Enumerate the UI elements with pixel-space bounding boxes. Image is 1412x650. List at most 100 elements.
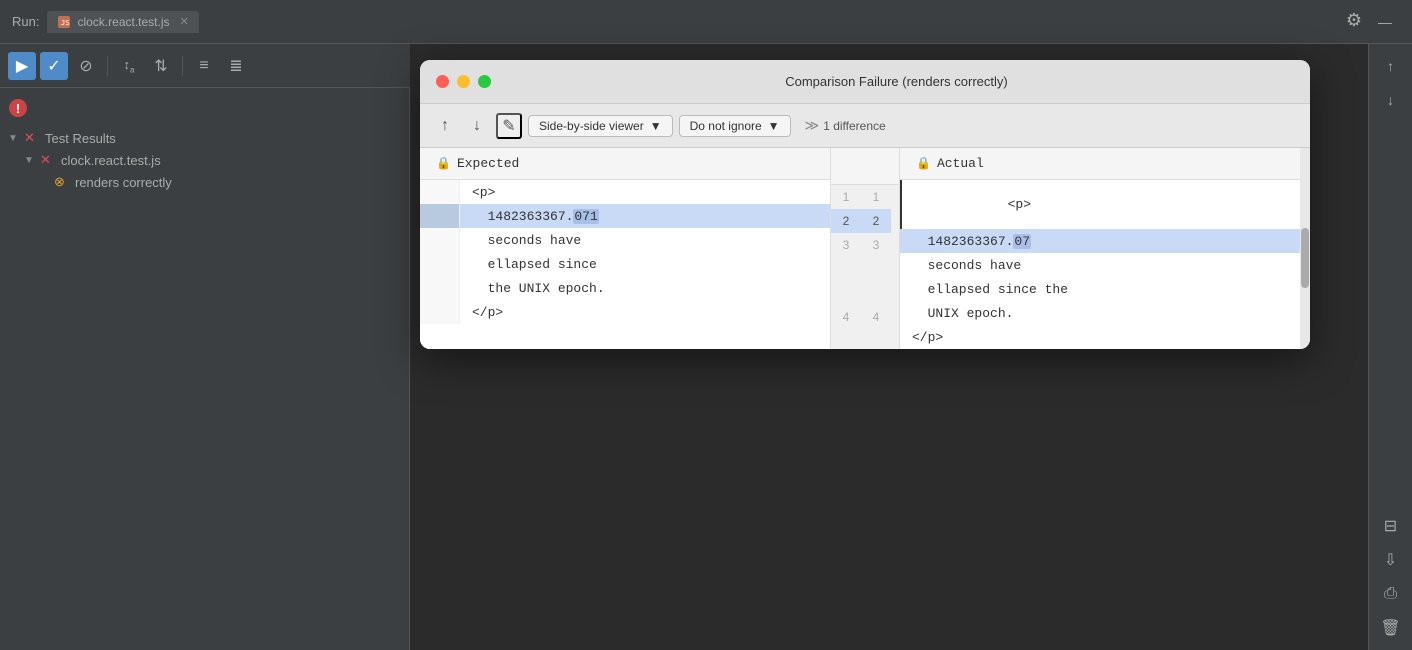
- test-warn-icon: ⊗: [54, 174, 70, 190]
- expected-line-3: seconds have: [420, 228, 830, 252]
- expected-line-content-3: seconds have: [460, 228, 830, 252]
- scroll-down-button[interactable]: ↓: [1377, 86, 1405, 114]
- viewer-dropdown[interactable]: Side-by-side viewer ▼: [528, 115, 673, 137]
- expected-line-num-2: [420, 204, 460, 228]
- test-results-label: Test Results: [45, 131, 116, 146]
- expected-line-content-1: <p>: [460, 180, 830, 204]
- align-right-icon: ≣: [229, 56, 242, 76]
- diff-count-area: ≫ 1 difference: [805, 117, 886, 134]
- expected-line-2: 1482363367.071: [420, 204, 830, 228]
- modal-title: Comparison Failure (renders correctly): [499, 74, 1294, 89]
- cancel-button[interactable]: ⊘: [72, 52, 100, 80]
- sort-results-button[interactable]: ⇩: [1377, 546, 1405, 574]
- ignore-label: Do not ignore: [690, 119, 762, 133]
- actual-line-content-4: ellapsed since the: [900, 277, 1310, 301]
- actual-line-3: seconds have: [900, 253, 1310, 277]
- expected-header: 🔒 Expected: [420, 148, 830, 180]
- modal-scrollbar[interactable]: [1300, 148, 1310, 349]
- middle-left-3: 3: [831, 233, 861, 257]
- run-toolbar: ▶ ✓ ⊘ ↕a ⇅ ≡ ≣: [0, 44, 410, 88]
- delete-button[interactable]: 🗑: [1377, 614, 1405, 642]
- maximize-window-button[interactable]: [478, 75, 491, 88]
- test-file-label: clock.react.test.js: [61, 153, 161, 168]
- play-button[interactable]: ▶: [8, 52, 36, 80]
- diff-count-text: 1 difference: [823, 119, 886, 133]
- modal-scrollbar-thumb[interactable]: [1301, 228, 1309, 288]
- viewer-dropdown-arrow: ▼: [650, 119, 662, 133]
- actual-line-content-3: seconds have: [900, 253, 1310, 277]
- separator-1: [107, 56, 108, 76]
- tab-close-button[interactable]: ✕: [180, 15, 189, 28]
- navigate-up-button[interactable]: ↑: [432, 113, 458, 139]
- comparison-failure-modal: Comparison Failure (renders correctly) ↑…: [420, 60, 1310, 349]
- error-badge-icon: !: [8, 98, 28, 118]
- sort-button[interactable]: ⇅: [147, 52, 175, 80]
- svg-text:JS: JS: [61, 19, 69, 27]
- test-tree: ! ▼ ✕ Test Results ▼ ✕ clock.react.test.…: [0, 88, 409, 199]
- expected-panel: 🔒 Expected <p> 1482363367.071 seconds: [420, 148, 830, 349]
- actual-line-content-6: </p>: [900, 325, 1310, 349]
- middle-left-6: 4: [831, 305, 861, 329]
- expected-line-1: <p>: [420, 180, 830, 204]
- tree-root-row[interactable]: ▼ ✕ Test Results: [0, 127, 409, 149]
- edit-button[interactable]: ✎: [496, 113, 522, 139]
- minimize-window-button[interactable]: [457, 75, 470, 88]
- check-button[interactable]: ✓: [40, 52, 68, 80]
- expected-line-num-5: [420, 276, 460, 300]
- expected-line-content-6: </p>: [460, 300, 830, 324]
- expected-highlight-text: 071: [573, 209, 598, 224]
- modal-titlebar: Comparison Failure (renders correctly): [420, 60, 1310, 104]
- diff-middle-panel: 1 1 2 2 3 3: [830, 148, 900, 349]
- expected-label: Expected: [457, 156, 519, 171]
- modal-toolbar: ↑ ↓ ✎ Side-by-side viewer ▼ Do not ignor…: [420, 104, 1310, 148]
- play-icon: ▶: [16, 56, 28, 76]
- middle-right-3: 3: [861, 233, 891, 257]
- middle-right-5: [861, 281, 891, 305]
- middle-right-1: 1: [861, 185, 891, 209]
- viewer-label: Side-by-side viewer: [539, 119, 644, 133]
- actual-line-content-1: <p>: [900, 180, 1310, 229]
- middle-row-1: 1 1: [831, 185, 899, 209]
- settings-icon[interactable]: ⚙: [1346, 10, 1362, 31]
- close-window-button[interactable]: [436, 75, 449, 88]
- ignore-dropdown[interactable]: Do not ignore ▼: [679, 115, 791, 137]
- align-left-button[interactable]: ≡: [190, 52, 218, 80]
- middle-row-2: 2 2: [831, 209, 899, 233]
- sort-alpha-button[interactable]: ↕a: [115, 52, 143, 80]
- expected-line-content-5: the UNIX epoch.: [460, 276, 830, 300]
- chevron-down-icon: ▼: [8, 133, 22, 144]
- modal-diff-content: 🔒 Expected <p> 1482363367.071 seconds: [420, 148, 1310, 349]
- test-case-label: renders correctly: [75, 175, 172, 190]
- align-right-button[interactable]: ≣: [222, 52, 250, 80]
- file-fail-icon: ✕: [40, 152, 56, 168]
- actual-line-content-2: 1482363367.07: [900, 229, 1310, 253]
- expected-line-num-6: [420, 300, 460, 324]
- actual-panel: 🔒 Actual <p> 1482363367.07 seconds: [900, 148, 1310, 349]
- svg-text:!: !: [16, 101, 20, 116]
- cancel-icon: ⊘: [79, 56, 92, 76]
- navigate-down-button[interactable]: ↓: [464, 113, 490, 139]
- expected-diff-lines: <p> 1482363367.071 seconds have ellapsed…: [420, 180, 830, 324]
- fail-icon: ✕: [24, 130, 40, 146]
- align-results-button[interactable]: ⊟: [1377, 512, 1405, 540]
- actual-highlight-text: 07: [1013, 234, 1031, 249]
- expected-line-content-4: ellapsed since: [460, 252, 830, 276]
- print-button[interactable]: ⎙: [1377, 580, 1405, 608]
- expected-line-5: the UNIX epoch.: [420, 276, 830, 300]
- actual-line-2: 1482363367.07: [900, 229, 1310, 253]
- minimize-icon[interactable]: —: [1378, 14, 1392, 30]
- middle-row-3: 3 3: [831, 233, 899, 257]
- actual-diff-lines: <p> 1482363367.07 seconds have ellapsed …: [900, 180, 1310, 349]
- cursor-indicator: [900, 180, 902, 229]
- chevron-down-icon-file: ▼: [24, 155, 38, 166]
- actual-line-1: <p>: [900, 180, 1310, 229]
- top-bar: Run: JS clock.react.test.js ✕ ⚙ —: [0, 0, 1412, 44]
- scroll-up-button[interactable]: ↑: [1377, 52, 1405, 80]
- middle-right-2: 2: [861, 209, 891, 233]
- middle-row-6: 4 4: [831, 305, 899, 329]
- middle-left-5: [831, 281, 861, 305]
- actual-line-5: UNIX epoch.: [900, 301, 1310, 325]
- tree-file-row[interactable]: ▼ ✕ clock.react.test.js: [0, 149, 409, 171]
- active-tab[interactable]: JS clock.react.test.js ✕: [47, 11, 198, 33]
- tree-test-row[interactable]: ⊗ renders correctly: [0, 171, 409, 193]
